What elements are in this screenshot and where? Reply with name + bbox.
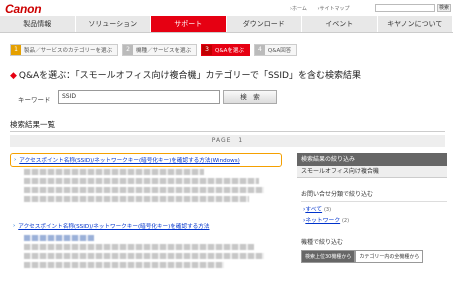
step-label: Q&Aを選ぶ (215, 48, 244, 54)
result-title-row[interactable]: › アクセスポイント名称(SSID)/ネットワークキー(暗号化キー)を確認する方… (10, 153, 282, 167)
nav-item-download[interactable]: ダウンロード (227, 16, 302, 32)
diamond-bullet-icon: ◆ (10, 71, 17, 81)
result-snippet-blurred (24, 169, 282, 202)
result-title-row[interactable]: › アクセスポイント名称(SSID)/ネットワークキー(暗号化キー)を確認する方… (10, 219, 282, 233)
chevron-right-icon: › (13, 223, 16, 229)
page-title-text: Q&Aを選ぶ：「スモールオフィス向け複合機」カテゴリーで「SSID」を含む検索結… (18, 71, 361, 81)
utility-links: ›ホーム ›サイトマップ (290, 5, 358, 12)
filter-link-label[interactable]: ネットワーク (305, 218, 340, 224)
step-label: 製品／サービスのカテゴリーを選ぶ (24, 48, 113, 54)
step-1[interactable]: 1 製品／サービスのカテゴリーを選ぶ (10, 44, 119, 56)
step-2[interactable]: 2 機種／サービスを選ぶ (122, 44, 198, 56)
filter-sidebar: 検索結果の絞り込み スモールオフィス向け複合機 お問い合せ分類で絞り込む ›すべ… (297, 153, 447, 281)
result-item: › アクセスポイント名称(SSID)/ネットワークキー(暗号化キー)を確認する方… (10, 219, 282, 281)
global-nav: 製品情報 ソリューション サポート ダウンロード イベント キヤノンについて (0, 16, 453, 33)
nav-item-solutions[interactable]: ソリューション (76, 16, 151, 32)
filter-link-network[interactable]: ›ネットワーク (2) (297, 216, 447, 227)
step-number: 3 (202, 45, 213, 55)
result-link[interactable]: アクセスポイント名称(SSID)/ネットワークキー(暗号化キー)を確認する方法(… (19, 156, 240, 164)
step-label: Q&A回答 (267, 48, 292, 54)
step-4: 4 Q&A回答 (253, 44, 298, 56)
model-filter-heading: 機種で絞り込む (301, 239, 344, 246)
filter-link-all[interactable]: ›すべて (3) (297, 205, 447, 216)
question-type-heading: お問い合せ分類で絞り込む (301, 191, 374, 198)
nav-item-support[interactable]: サポート (151, 16, 227, 32)
result-item: › アクセスポイント名称(SSID)/ネットワークキー(暗号化キー)を確認する方… (10, 153, 282, 211)
filter-count: (2) (341, 218, 350, 224)
step-number: 2 (123, 45, 134, 55)
home-link[interactable]: ›ホーム (290, 6, 307, 12)
nav-item-about[interactable]: キヤノンについて (378, 16, 453, 32)
filter-category: スモールオフィス向け複合機 (297, 166, 447, 178)
step-label: 機種／サービスを選ぶ (136, 48, 192, 54)
results-title: 検索結果一覧 (10, 120, 55, 129)
filter-count: (3) (323, 207, 332, 213)
site-search-button[interactable]: 検索 (437, 4, 451, 12)
step-number: 4 (254, 45, 265, 55)
keyword-search-button[interactable]: 検 索 (223, 90, 277, 104)
step-3: 3 Q&Aを選ぶ (201, 44, 250, 56)
filter-link-label[interactable]: すべて (305, 207, 322, 213)
page-indicator: PAGE 1 (10, 135, 445, 147)
model-filter-tabs: 検索上位30機種から カテゴリー内の全機種から (301, 250, 447, 263)
nav-item-products[interactable]: 製品情報 (0, 16, 76, 32)
result-link[interactable]: アクセスポイント名称(SSID)/ネットワークキー(暗号化キー)を確認する方法 (18, 222, 209, 230)
keyword-label: キーワード (18, 96, 51, 104)
site-search-input[interactable] (375, 4, 435, 12)
divider (10, 131, 445, 132)
divider (301, 201, 447, 202)
result-snippet-blurred (24, 235, 282, 268)
tab-all-models[interactable]: カテゴリー内の全機種から (355, 250, 424, 263)
step-number: 1 (11, 45, 21, 55)
progress-steps: 1 製品／サービスのカテゴリーを選ぶ 2 機種／サービスを選ぶ 3 Q&Aを選ぶ… (10, 44, 301, 56)
filter-title: 検索結果の絞り込み (297, 153, 447, 166)
tab-top-30[interactable]: 検索上位30機種から (301, 250, 356, 263)
nav-item-events[interactable]: イベント (302, 16, 378, 32)
canon-logo[interactable]: Canon (5, 2, 42, 16)
sitemap-link[interactable]: ›サイトマップ (317, 6, 349, 12)
page-title: ◆ Q&Aを選ぶ：「スモールオフィス向け複合機」カテゴリーで「SSID」を含む検索… (10, 68, 361, 81)
header-bar: Canon ›ホーム ›サイトマップ 検索 (0, 0, 453, 16)
chevron-right-icon: › (14, 157, 17, 163)
keyword-input[interactable]: SSID (58, 90, 220, 104)
